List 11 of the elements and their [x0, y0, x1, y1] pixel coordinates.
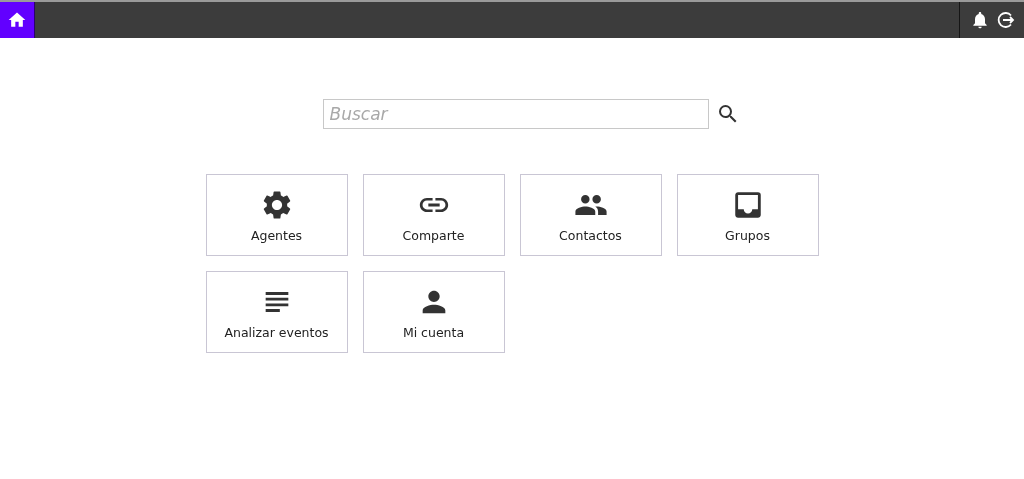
menu-tile[interactable]: Grupos [676, 174, 819, 256]
menu-tile[interactable]: Analizar eventos [205, 271, 348, 353]
search-field[interactable]: Buscar [322, 99, 709, 129]
notifications-button[interactable] [970, 10, 990, 30]
menu-tile[interactable]: Mi cuenta [362, 271, 505, 353]
home-button[interactable] [0, 2, 35, 38]
logout-button[interactable] [996, 10, 1016, 30]
home-icon [7, 10, 27, 30]
menu-tile[interactable]: Agentes [205, 174, 348, 256]
menu-tile[interactable]: Contactos [519, 174, 662, 256]
menu-tile[interactable]: Comparte [362, 174, 505, 256]
